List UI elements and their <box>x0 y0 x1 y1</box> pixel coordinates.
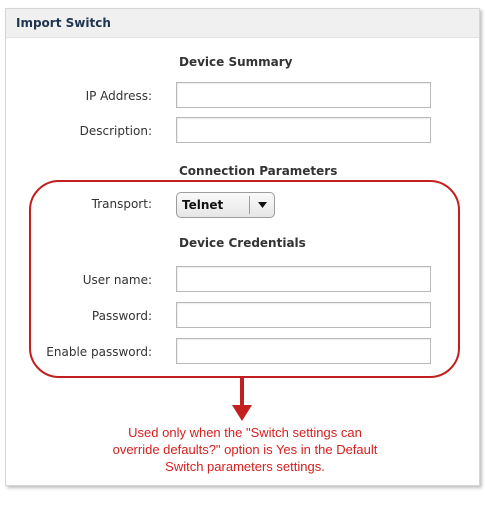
callout-note-line-1: Used only when the "Switch settings can <box>128 425 362 440</box>
device-summary-heading: Device Summary <box>179 55 293 69</box>
credentials-highlight-outline <box>29 180 460 378</box>
callout-note: Used only when the "Switch settings can … <box>60 424 430 475</box>
description-input[interactable] <box>176 117 431 143</box>
ip-address-label: IP Address: <box>85 89 152 103</box>
description-label: Description: <box>79 124 152 138</box>
dialog-title: Import Switch <box>16 16 111 30</box>
dialog-title-bar: Import Switch <box>6 9 479 38</box>
connection-parameters-heading: Connection Parameters <box>179 164 338 178</box>
callout-note-line-3: Switch parameters settings. <box>165 459 325 474</box>
callout-note-line-2: override defaults?" option is Yes in the… <box>112 442 378 457</box>
arrow-down-icon <box>232 377 252 421</box>
ip-address-input[interactable] <box>176 82 431 108</box>
